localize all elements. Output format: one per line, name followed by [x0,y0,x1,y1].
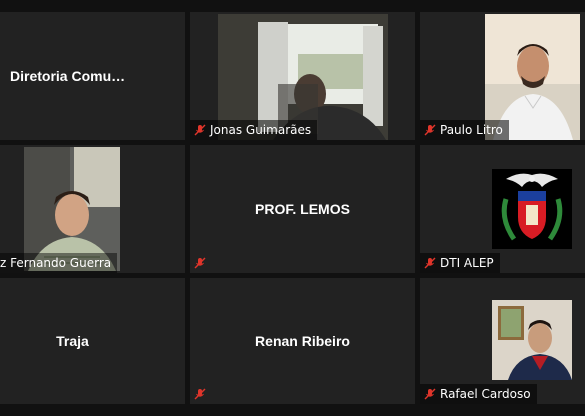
participant-tile-dti-alep[interactable]: DTI ALEP [420,145,585,273]
coat-of-arms-icon [492,169,572,249]
participant-name: Traja [56,333,89,349]
participant-tile-rafael[interactable]: Rafael Cardoso [420,278,585,404]
mic-muted-icon [424,388,436,400]
participant-name: Rafael Cardoso [440,387,531,401]
participant-name: Diretoria Comu… [10,68,126,84]
participant-label: Paulo Litro [420,120,509,140]
mic-muted-icon [194,124,206,136]
participant-name: z Fernando Guerra [0,256,112,270]
mic-muted-icon [194,388,206,400]
mic-muted-icon [424,124,436,136]
participant-video [492,169,572,249]
participant-name: Renan Ribeiro [255,333,350,349]
participant-name: Paulo Litro [440,123,503,137]
participant-tile-traja[interactable]: Traja [0,278,185,404]
participant-tile-fernando[interactable]: z Fernando Guerra [0,145,185,273]
participant-name: PROF. LEMOS [255,201,350,217]
participant-label: DTI ALEP [420,253,500,273]
participant-tile-jonas[interactable]: Jonas Guimarães [190,12,415,140]
participant-tile-diretoria[interactable]: Diretoria Comu… [0,12,185,140]
participant-name: DTI ALEP [440,256,494,270]
participant-label: z Fernando Guerra [0,253,118,273]
participant-label: Rafael Cardoso [420,384,537,404]
participant-label: Jonas Guimarães [190,120,318,140]
participant-video [492,300,572,380]
participant-tile-paulo[interactable]: Paulo Litro [420,12,585,140]
mic-muted-icon [194,257,206,269]
mic-muted-icon [424,257,436,269]
participant-tile-prof-lemos[interactable]: PROF. LEMOS [190,145,415,273]
participant-name: Jonas Guimarães [210,123,312,137]
participant-tile-renan[interactable]: Renan Ribeiro [190,278,415,404]
